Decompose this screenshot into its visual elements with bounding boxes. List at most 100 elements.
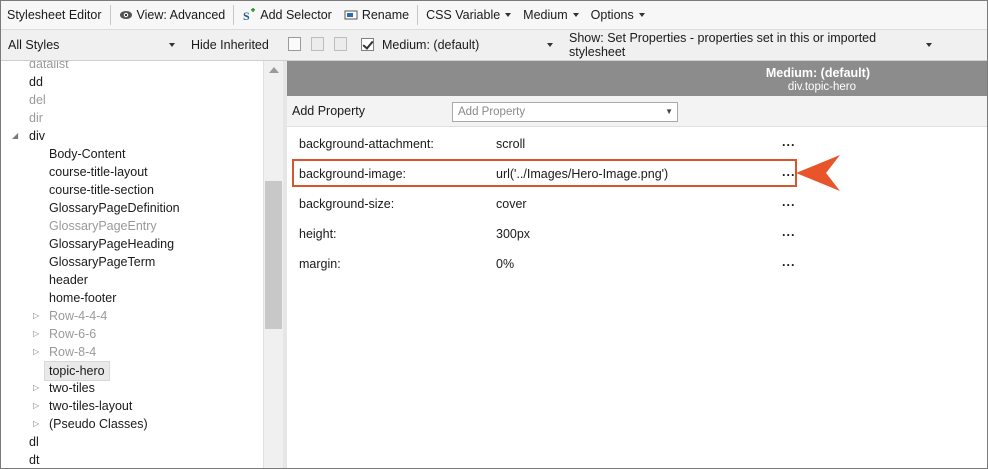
rename-icon: [344, 8, 358, 22]
css-variable-menu[interactable]: CSS Variable: [420, 1, 517, 29]
medium-header-title: Medium: (default): [765, 66, 870, 80]
tree-item-label: GlossaryPageDefinition: [49, 201, 180, 215]
property-value[interactable]: scroll: [496, 137, 525, 151]
property-row[interactable]: background-size: cover...: [287, 189, 987, 219]
tree-item-label: GlossaryPageEntry: [49, 219, 157, 233]
chevron-down-icon: [572, 13, 579, 17]
hide-inherited-button[interactable]: Hide Inherited: [191, 38, 269, 52]
tree-item-label: topic-hero: [44, 361, 110, 381]
property-value[interactable]: 0%: [496, 257, 514, 271]
properties-panel: Medium: (default) div.topic-hero Add Pro…: [287, 61, 987, 468]
collapse-icon[interactable]: ◢: [12, 127, 18, 145]
property-ellipsis-button[interactable]: ...: [782, 255, 795, 269]
expand-icon[interactable]: ▷: [33, 397, 39, 415]
tree-item-label: GlossaryPageHeading: [49, 237, 175, 251]
tree-item-label: two-tiles-layout: [49, 399, 133, 413]
tree-item-label: dt: [29, 453, 40, 467]
rename-label: Rename: [361, 8, 410, 22]
styles-filter-dropdown[interactable]: All Styles: [1, 34, 181, 55]
tree-scrollbar[interactable]: [263, 61, 284, 468]
tree-item-label: two-tiles: [49, 381, 95, 395]
tree-item-label: Row-8-4: [49, 345, 97, 359]
stylesheet-editor-title: Stylesheet Editor: [7, 8, 102, 22]
property-row[interactable]: height: 300px...: [287, 219, 987, 249]
property-ellipsis-button[interactable]: ...: [782, 225, 795, 239]
expand-icon[interactable]: ▷: [33, 307, 39, 325]
main-toolbar: Stylesheet Editor View: Advanced S Add S…: [1, 1, 987, 30]
property-name: background-size:: [299, 197, 395, 211]
property-name: height:: [299, 227, 337, 241]
view-button[interactable]: View: Advanced: [113, 1, 232, 29]
styles-filter-value: All Styles: [8, 37, 60, 52]
options-label: Options: [590, 8, 634, 22]
tree-item-label: Body-Content: [49, 147, 126, 161]
show-filter-value: Show: Set Properties - properties set in…: [569, 30, 877, 59]
property-ellipsis-button[interactable]: ...: [782, 195, 795, 209]
tree-item-label: dir: [29, 111, 43, 125]
medium-checkbox[interactable]: [361, 38, 374, 51]
tree-item-label: header: [49, 273, 88, 287]
scrollbar-thumb[interactable]: [265, 181, 282, 329]
stylesheet-editor-window: Stylesheet Editor View: Advanced S Add S…: [0, 0, 988, 469]
tree-item-label: del: [29, 93, 46, 107]
selector-name: div.topic-hero: [787, 81, 856, 93]
tree-item-label: home-footer: [49, 291, 117, 305]
add-selector-icon: S: [242, 8, 256, 23]
tree-item-label: GlossaryPageTerm: [49, 255, 156, 269]
property-value[interactable]: cover: [496, 197, 527, 211]
chevron-down-icon: [547, 42, 553, 47]
add-property-placeholder: Add Property: [458, 106, 526, 118]
selector-tree: datalist dd del dir ◢ div Body-Content course-t…: [1, 61, 263, 468]
chevron-down-icon[interactable]: ▼: [665, 107, 673, 116]
duplicate-icon[interactable]: [311, 37, 324, 51]
toolbar-separator: [109, 5, 111, 25]
view-label: View: Advanced: [136, 8, 226, 22]
tree-item-label: datalist: [29, 61, 69, 71]
rename-button[interactable]: Rename: [338, 1, 415, 29]
eye-icon: [119, 8, 133, 22]
chevron-down-icon: [926, 42, 932, 47]
add-property-label: Add Property: [292, 104, 365, 118]
property-value[interactable]: 300px: [496, 227, 530, 241]
add-copy-icon[interactable]: [334, 37, 347, 51]
medium-label: Medium: [523, 8, 568, 22]
css-variable-label: CSS Variable: [426, 8, 501, 22]
tree-item-label: course-title-section: [49, 183, 154, 197]
property-ellipsis-button[interactable]: ...: [782, 135, 795, 149]
copy-icon[interactable]: [288, 37, 301, 51]
filter-toolbar: All Styles Hide Inherited Medium: (defau…: [1, 30, 987, 61]
medium-dropdown[interactable]: Medium: (default): [375, 34, 559, 55]
add-property-input[interactable]: Add Property ▼: [452, 102, 678, 122]
expand-icon[interactable]: ▷: [33, 343, 39, 361]
tree-item-label: Row-6-6: [49, 327, 97, 341]
chevron-down-icon: [638, 13, 645, 17]
expand-icon[interactable]: ▷: [33, 379, 39, 397]
options-menu[interactable]: Options: [585, 1, 651, 29]
expand-icon[interactable]: ▷: [33, 415, 39, 433]
chevron-down-icon: [505, 13, 512, 17]
property-name: background-attachment:: [299, 137, 434, 151]
medium-dropdown-value: Medium: (default): [382, 37, 480, 52]
tree-item-label: dd: [29, 75, 43, 89]
add-property-row: Add Property Add Property ▼: [287, 96, 987, 127]
tree-item-label: (Pseudo Classes): [49, 417, 148, 431]
svg-text:S: S: [243, 9, 250, 22]
property-row[interactable]: margin: 0%...: [287, 249, 987, 279]
property-row[interactable]: background-attachment: scroll...: [287, 129, 987, 159]
property-name: margin:: [299, 257, 341, 271]
tree-item-label: Row-4-4-4: [49, 309, 108, 323]
toolbar-separator: [233, 5, 235, 25]
toolbar-separator: [417, 5, 419, 25]
chevron-down-icon: [169, 42, 175, 47]
scroll-up-icon[interactable]: [269, 67, 279, 73]
medium-menu[interactable]: Medium: [517, 1, 584, 29]
medium-header: Medium: (default) div.topic-hero: [287, 61, 987, 96]
tree-item-label: dl: [29, 435, 39, 449]
tree-item-label: course-title-layout: [49, 165, 148, 179]
show-filter-dropdown[interactable]: Show: Set Properties - properties set in…: [562, 31, 938, 59]
add-selector-button[interactable]: S Add Selector: [236, 1, 338, 29]
callout-arrow-icon: [796, 155, 840, 191]
highlight-box: [292, 159, 797, 187]
add-selector-label: Add Selector: [260, 8, 332, 22]
expand-icon[interactable]: ▷: [33, 325, 39, 343]
